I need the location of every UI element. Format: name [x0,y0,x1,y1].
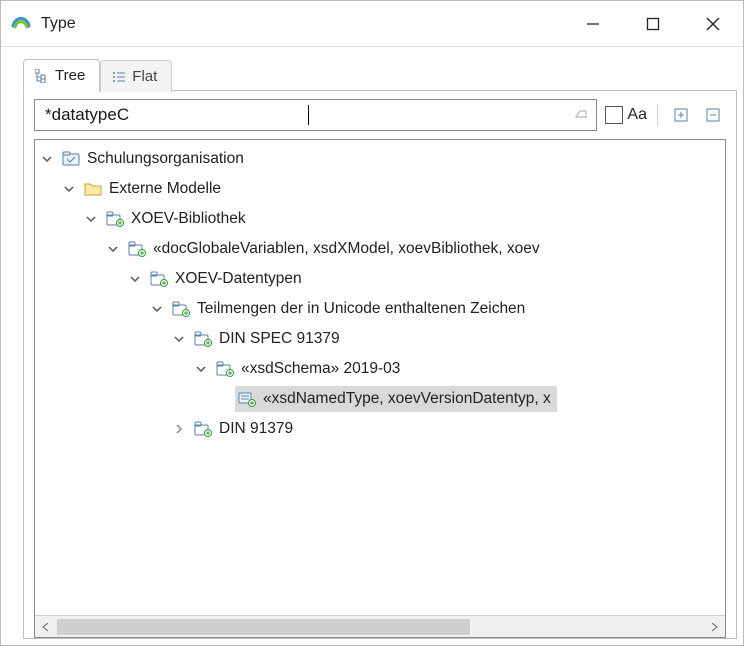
app-icon [9,12,33,36]
tab-tree-label: Tree [55,67,85,84]
tree-node-label: XOEV-Bibliothek [131,210,246,228]
tree-icon [34,68,49,83]
tree-row[interactable]: Schulungsorganisation [35,144,725,174]
close-button[interactable] [683,1,743,46]
tab-flat-label: Flat [132,68,157,85]
package-plus-icon [149,270,169,288]
model-icon [61,150,81,168]
text-caret [308,105,309,125]
tree-row[interactable]: «docGlobaleVariablen, xsdXModel, xoevBib… [35,234,725,264]
match-case-checkbox[interactable] [605,106,623,124]
package-plus-icon [171,300,191,318]
expand-all-button[interactable] [668,102,694,128]
tree-node-label: «docGlobaleVariablen, xsdXModel, xoevBib… [153,240,540,258]
tree-row[interactable]: DIN 91379 [35,414,725,444]
tree-container: Schulungsorganisation Externe Modelle XOEV… [34,139,726,638]
tree-node-label: DIN SPEC 91379 [219,330,340,348]
expand-icon[interactable] [171,421,187,437]
titlebar[interactable]: Type [1,1,743,47]
package-plus-icon [105,210,125,228]
maximize-button[interactable] [623,1,683,46]
collapse-icon[interactable] [149,301,165,317]
folder-icon [83,180,103,198]
clear-search-icon[interactable] [572,106,590,124]
collapse-icon[interactable] [83,211,99,227]
search-input-wrap[interactable] [34,99,597,131]
dialog-body: Tree Flat [1,47,743,645]
match-case-label: Aa [627,106,647,124]
horizontal-scrollbar[interactable] [35,615,725,637]
collapse-icon[interactable] [193,361,209,377]
collapse-icon[interactable] [105,241,121,257]
tree-row[interactable]: DIN SPEC 91379 [35,324,725,354]
tree-row[interactable]: Teilmengen der in Unicode enthaltenen Ze… [35,294,725,324]
minimize-button[interactable] [563,1,623,46]
dialog-window: Type [0,0,744,646]
scrollbar-thumb[interactable] [57,619,470,635]
collapse-icon[interactable] [171,331,187,347]
tree-row[interactable]: «xsdSchema» 2019-03 [35,354,725,384]
tab-bar: Tree Flat [23,59,737,91]
tab-flat[interactable]: Flat [100,60,172,92]
tree-row[interactable]: «xsdNamedType, xoevVersionDatentyp, x [35,384,725,414]
match-case-toggle[interactable]: Aa [605,106,647,124]
window-title: Type [41,15,76,33]
collapse-icon[interactable] [127,271,143,287]
tree-row[interactable]: XOEV-Bibliothek [35,204,725,234]
leaf-spacer [215,391,231,407]
tree-node-label: «xsdNamedType, xoevVersionDatentyp, x [263,390,551,408]
scroll-right-button[interactable] [703,616,725,637]
collapse-icon[interactable] [61,181,77,197]
tree-node-label: Schulungsorganisation [87,150,244,168]
tree-node-label: Externe Modelle [109,180,221,198]
tree-node-label: Teilmengen der in Unicode enthaltenen Ze… [197,300,525,318]
package-plus-icon [193,420,213,438]
tree-viewport[interactable]: Schulungsorganisation Externe Modelle XOEV… [35,140,725,615]
tree-panel: Aa [23,90,737,639]
scrollbar-track[interactable] [57,616,703,637]
list-icon [111,69,126,84]
tab-tree[interactable]: Tree [23,59,100,92]
tree-row[interactable]: XOEV-Datentypen [35,264,725,294]
tree-node-label: DIN 91379 [219,420,293,438]
tree-row[interactable]: Externe Modelle [35,174,725,204]
package-plus-icon [193,330,213,348]
element-plus-icon [237,390,257,408]
tree-node-label: XOEV-Datentypen [175,270,302,288]
collapse-icon[interactable] [39,151,55,167]
collapse-all-button[interactable] [700,102,726,128]
package-plus-icon [215,360,235,378]
search-row: Aa [24,91,736,135]
package-plus-icon [127,240,147,258]
scroll-left-button[interactable] [35,616,57,637]
tree: Schulungsorganisation Externe Modelle XOEV… [35,144,725,444]
separator [657,104,658,126]
search-input[interactable] [43,104,310,126]
tree-node-label: «xsdSchema» 2019-03 [241,360,400,378]
